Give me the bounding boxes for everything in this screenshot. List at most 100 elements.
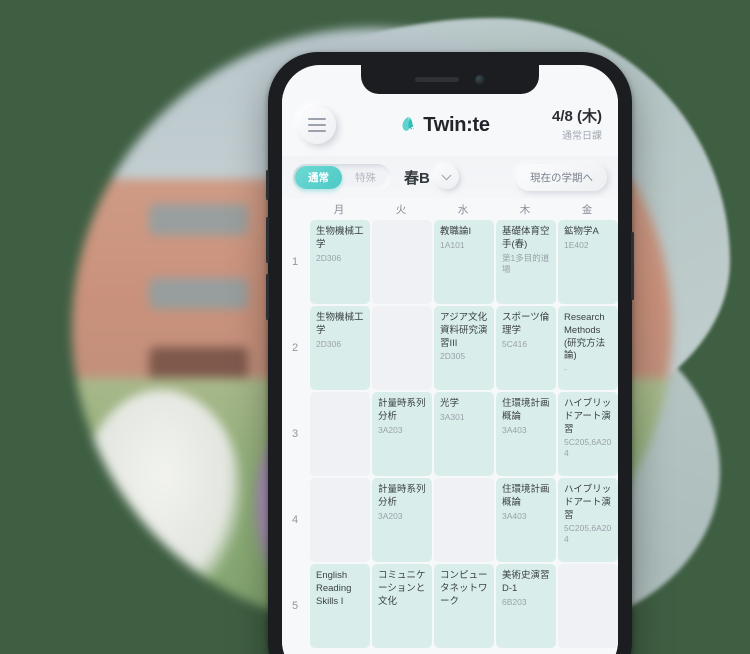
course-name: ハイブリッドアート演習 xyxy=(564,484,612,521)
course-name: 教職論I xyxy=(440,226,472,237)
course-room: 5C205,6A204 xyxy=(564,523,612,545)
course-room: 1A101 xyxy=(440,239,465,250)
period-number: 2 xyxy=(291,342,299,354)
course-room: 1E402 xyxy=(564,239,589,250)
day-header-wed: 水 xyxy=(457,203,469,216)
timetable-row: 3 計量時系列分析 3A203 光学 3A301 住環境計画概論 3A403 ハイブリッドアー… xyxy=(282,392,618,476)
course-room: 第1多目的道場 xyxy=(502,252,550,274)
course-room: 2D306 xyxy=(316,252,342,263)
app-header: Twin:te 4/8 (木) 通常日課 xyxy=(282,94,618,156)
course-cell[interactable]: Research Methods (研究方法論) - xyxy=(558,306,618,390)
empty-cell[interactable] xyxy=(434,478,494,562)
course-name: コミュニケーションと文化 xyxy=(378,570,426,607)
empty-cell[interactable] xyxy=(372,220,432,304)
course-name: ハイブリッドアート演習 xyxy=(564,398,612,435)
butterfly-logo-icon xyxy=(398,114,420,136)
timetable: 月 火 水 木 金 1 生物機械工学 2D306 教職論I 1A101 基礎体育空手(春)… xyxy=(282,198,618,654)
course-cell[interactable]: 鉱物学A 1E402 xyxy=(558,220,618,304)
empty-cell[interactable] xyxy=(310,392,370,476)
day-header-fri: 金 xyxy=(581,203,593,216)
empty-cell[interactable] xyxy=(310,478,370,562)
timetable-row: 2 生物機械工学 2D306 アジア文化資料研究演習III 2D305 スポーツ倫理学 5C… xyxy=(282,306,618,390)
course-room: 3A203 xyxy=(378,424,403,435)
course-cell[interactable]: 住環境計画概論 3A403 xyxy=(496,392,556,476)
timetable-body: 1 生物機械工学 2D306 教職論I 1A101 基礎体育空手(春) 第1多目的道場 鉱物学… xyxy=(282,220,618,648)
course-name: 生物機械工学 xyxy=(316,312,364,336)
period-number: 5 xyxy=(291,600,299,612)
segment-special[interactable]: 特殊 xyxy=(342,166,389,189)
brand-name: Twin:te xyxy=(423,113,490,136)
course-cell[interactable]: スポーツ倫理学 5C416 xyxy=(496,306,556,390)
controls-bar: 通常 特殊 春B 現在の学期へ xyxy=(282,156,618,198)
course-name: Research Methods (研究方法論) xyxy=(564,312,606,362)
course-room: 5C205,6A204 xyxy=(564,437,612,459)
course-name: スポーツ倫理学 xyxy=(502,312,550,336)
course-name: アジア文化資料研究演習III xyxy=(440,312,488,349)
segment-normal[interactable]: 通常 xyxy=(295,165,342,189)
course-cell[interactable]: 計量時系列分析 3A203 xyxy=(372,478,432,562)
mode-segmented-control: 通常 特殊 xyxy=(293,163,391,191)
hamburger-icon[interactable] xyxy=(298,106,336,144)
course-name: 生物機械工学 xyxy=(316,226,364,250)
course-name: 美術史演習D-1 xyxy=(502,570,550,594)
term-label: 春B xyxy=(404,169,430,187)
period-number: 3 xyxy=(291,428,299,440)
course-room: 3A301 xyxy=(440,411,465,422)
date-display: 4/8 (木) 通常日課 xyxy=(552,108,602,142)
course-room: 3A403 xyxy=(502,510,527,521)
course-room: 3A203 xyxy=(378,510,403,521)
course-room: 2D306 xyxy=(316,338,342,349)
phone-notch xyxy=(361,65,539,94)
course-cell[interactable]: コンピュータネットワーク xyxy=(434,564,494,648)
term-selector[interactable]: 春B xyxy=(404,165,459,189)
timetable-row: 4 計量時系列分析 3A203 住環境計画概論 3A403 ハイブリッドアート演習 5C20… xyxy=(282,478,618,562)
course-cell[interactable]: 生物機械工学 2D306 xyxy=(310,220,370,304)
course-name: コンピュータネットワーク xyxy=(440,570,488,607)
course-name: 計量時系列分析 xyxy=(378,484,426,508)
empty-cell[interactable] xyxy=(372,306,432,390)
course-name: 住環境計画概論 xyxy=(502,484,550,508)
course-cell[interactable]: 光学 3A301 xyxy=(434,392,494,476)
current-date: 4/8 (木) xyxy=(551,107,602,125)
current-term-button[interactable]: 現在の学期へ xyxy=(516,163,607,191)
course-name: English Reading Skills I xyxy=(316,570,352,607)
phone-device-frame: Twin:te 4/8 (木) 通常日課 通常 特殊 春B 現在の学期へ 月 火… xyxy=(266,52,634,654)
day-header-mon: 月 xyxy=(333,203,345,216)
phone-screen: Twin:te 4/8 (木) 通常日課 通常 特殊 春B 現在の学期へ 月 火… xyxy=(282,65,618,654)
course-name: 計量時系列分析 xyxy=(378,398,426,422)
timetable-day-header: 月 火 水 木 金 xyxy=(282,198,618,220)
course-room: 3A403 xyxy=(502,424,527,435)
course-cell[interactable]: 住環境計画概論 3A403 xyxy=(496,478,556,562)
timetable-row: 1 生物機械工学 2D306 教職論I 1A101 基礎体育空手(春) 第1多目的道場 鉱物学… xyxy=(282,220,618,304)
course-room: 5C416 xyxy=(502,338,528,349)
course-name: 鉱物学A xyxy=(564,226,599,237)
course-cell[interactable]: 生物機械工学 2D306 xyxy=(310,306,370,390)
day-header-thu: 木 xyxy=(519,203,531,216)
course-cell[interactable]: ハイブリッドアート演習 5C205,6A204 xyxy=(558,478,618,562)
chevron-down-icon[interactable] xyxy=(434,165,459,189)
course-room: 2D305 xyxy=(440,351,466,362)
course-name: 光学 xyxy=(440,398,460,409)
period-number: 1 xyxy=(291,256,299,268)
course-cell[interactable]: 計量時系列分析 3A203 xyxy=(372,392,432,476)
schedule-type: 通常日課 xyxy=(562,131,602,143)
course-cell[interactable]: 教職論I 1A101 xyxy=(434,220,494,304)
course-cell[interactable]: アジア文化資料研究演習III 2D305 xyxy=(434,306,494,390)
timetable-row: 5 English Reading Skills I コミュニケーションと文化 コンピ… xyxy=(282,564,618,648)
empty-cell[interactable] xyxy=(558,564,618,648)
front-camera-icon xyxy=(475,74,485,85)
course-cell[interactable]: 美術史演習D-1 6B203 xyxy=(496,564,556,648)
course-name: 基礎体育空手(春) xyxy=(502,226,550,250)
course-name: 住環境計画概論 xyxy=(502,398,550,422)
course-cell[interactable]: コミュニケーションと文化 xyxy=(372,564,432,648)
course-room: - xyxy=(564,364,567,375)
period-number: 4 xyxy=(291,514,299,526)
course-room: 6B203 xyxy=(502,596,527,607)
day-header-tue: 火 xyxy=(395,203,407,216)
course-cell[interactable]: English Reading Skills I xyxy=(310,564,370,648)
app-brand: Twin:te xyxy=(336,114,552,137)
course-cell[interactable]: 基礎体育空手(春) 第1多目的道場 xyxy=(496,220,556,304)
page-root: Twin:te 4/8 (木) 通常日課 通常 特殊 春B 現在の学期へ 月 火… xyxy=(0,0,750,654)
course-cell[interactable]: ハイブリッドアート演習 5C205,6A204 xyxy=(558,392,618,476)
earpiece-speaker-icon xyxy=(415,77,459,82)
